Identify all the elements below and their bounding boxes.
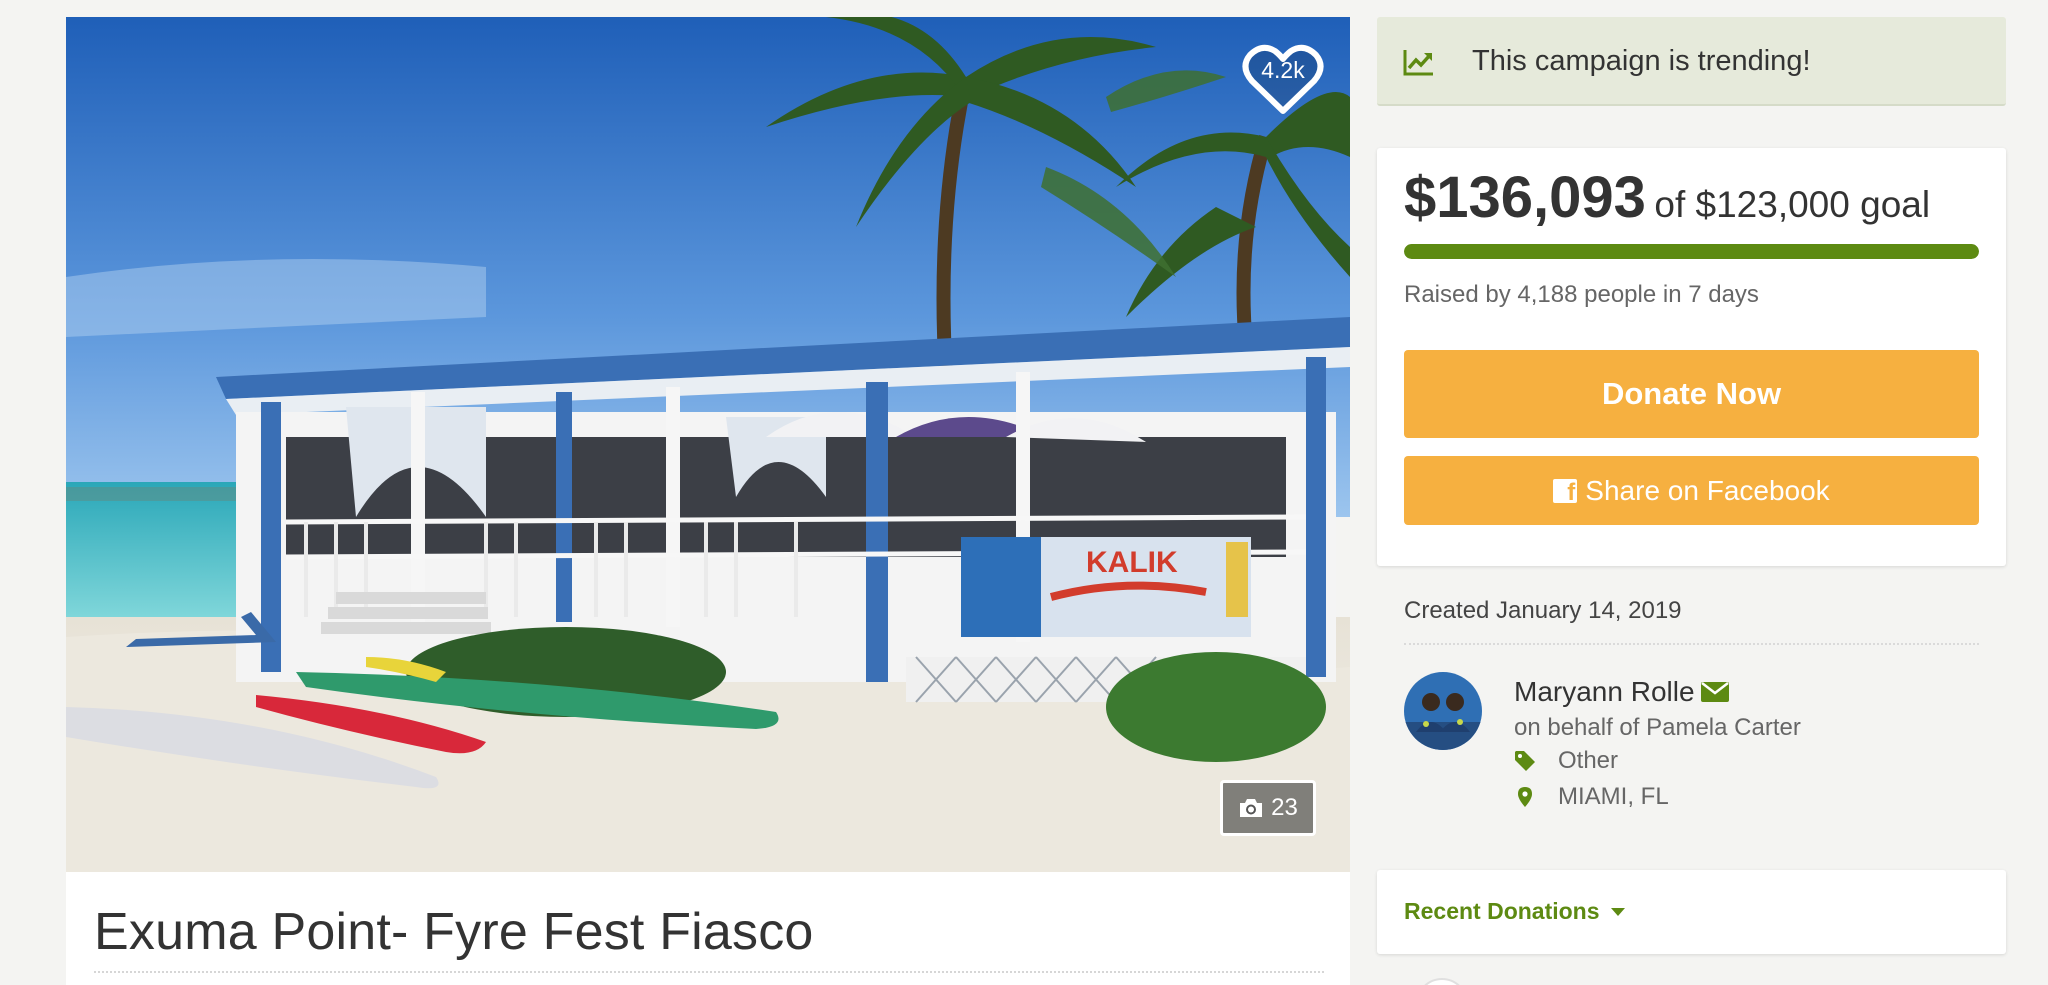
location-row: MIAMI, FL — [1514, 783, 1669, 810]
divider — [1404, 643, 1979, 645]
organizer-name-row: Maryann Rolle — [1514, 676, 1729, 708]
camera-icon — [1240, 799, 1263, 817]
facebook-icon: f — [1553, 478, 1578, 504]
map-pin-icon — [1518, 787, 1532, 807]
amount-raised: $136,093 — [1404, 165, 1646, 230]
share-facebook-button[interactable]: f Share on Facebook — [1404, 456, 1979, 525]
like-count: 4.2k — [1261, 57, 1305, 83]
goal-amount: of $123,000 goal — [1654, 184, 1931, 225]
trending-text: This campaign is trending! — [1472, 45, 1811, 77]
photo-count-label: 23 — [1271, 794, 1298, 821]
progress-bar — [1404, 244, 1979, 259]
like-heart-button[interactable]: 4.2k — [1242, 41, 1324, 117]
donation-stats-card: $136,093 of $123,000 goal Raised by 4,18… — [1377, 148, 2006, 566]
tag-icon — [1515, 751, 1535, 771]
trending-banner: This campaign is trending! — [1377, 17, 2006, 106]
category-row: Other — [1514, 747, 1618, 774]
photo-sign-text: KALIK — [1086, 546, 1178, 579]
donor-avatar-partial — [1416, 978, 1468, 985]
recent-donations-toggle[interactable]: Recent Donations — [1377, 870, 2006, 954]
organizer-avatar[interactable] — [1404, 672, 1482, 750]
chart-trend-icon — [1403, 50, 1433, 76]
donate-now-label: Donate Now — [1601, 376, 1782, 411]
progress-bar-fill — [1404, 244, 1979, 259]
donate-now-button[interactable]: Donate Now — [1404, 350, 1979, 438]
chevron-down-icon — [1611, 908, 1625, 916]
divider — [94, 971, 1324, 973]
avatar-photo — [1404, 672, 1482, 750]
category-link[interactable]: Other — [1558, 747, 1618, 775]
recent-donations-label: Recent Donations — [1404, 898, 1600, 924]
share-facebook-label: Share on Facebook — [1585, 474, 1830, 506]
envelope-icon[interactable] — [1700, 682, 1729, 702]
page-title: Exuma Point- Fyre Fest Fiasco — [94, 903, 814, 961]
beach-bar-photo: KALIK — [66, 17, 1350, 872]
donor-count-text: Raised by 4,188 people in 7 days — [1404, 281, 1759, 308]
organizer-info: Maryann Rolle on behalf of Pamela Carter… — [1404, 672, 1979, 822]
raised-summary: $136,093 of $123,000 goal — [1404, 164, 1930, 231]
campaign-hero-photo[interactable]: KALIK 4.2k 23 — [66, 17, 1350, 872]
location-text: MIAMI, FL — [1558, 783, 1669, 810]
campaign-title-card: Exuma Point- Fyre Fest Fiasco — [66, 872, 1350, 985]
photo-gallery-button[interactable]: 23 — [1220, 780, 1316, 836]
beneficiary-text: on behalf of Pamela Carter — [1514, 714, 1801, 741]
created-date: Created January 14, 2019 — [1404, 597, 1682, 624]
organizer-name[interactable]: Maryann Rolle — [1514, 676, 1695, 708]
